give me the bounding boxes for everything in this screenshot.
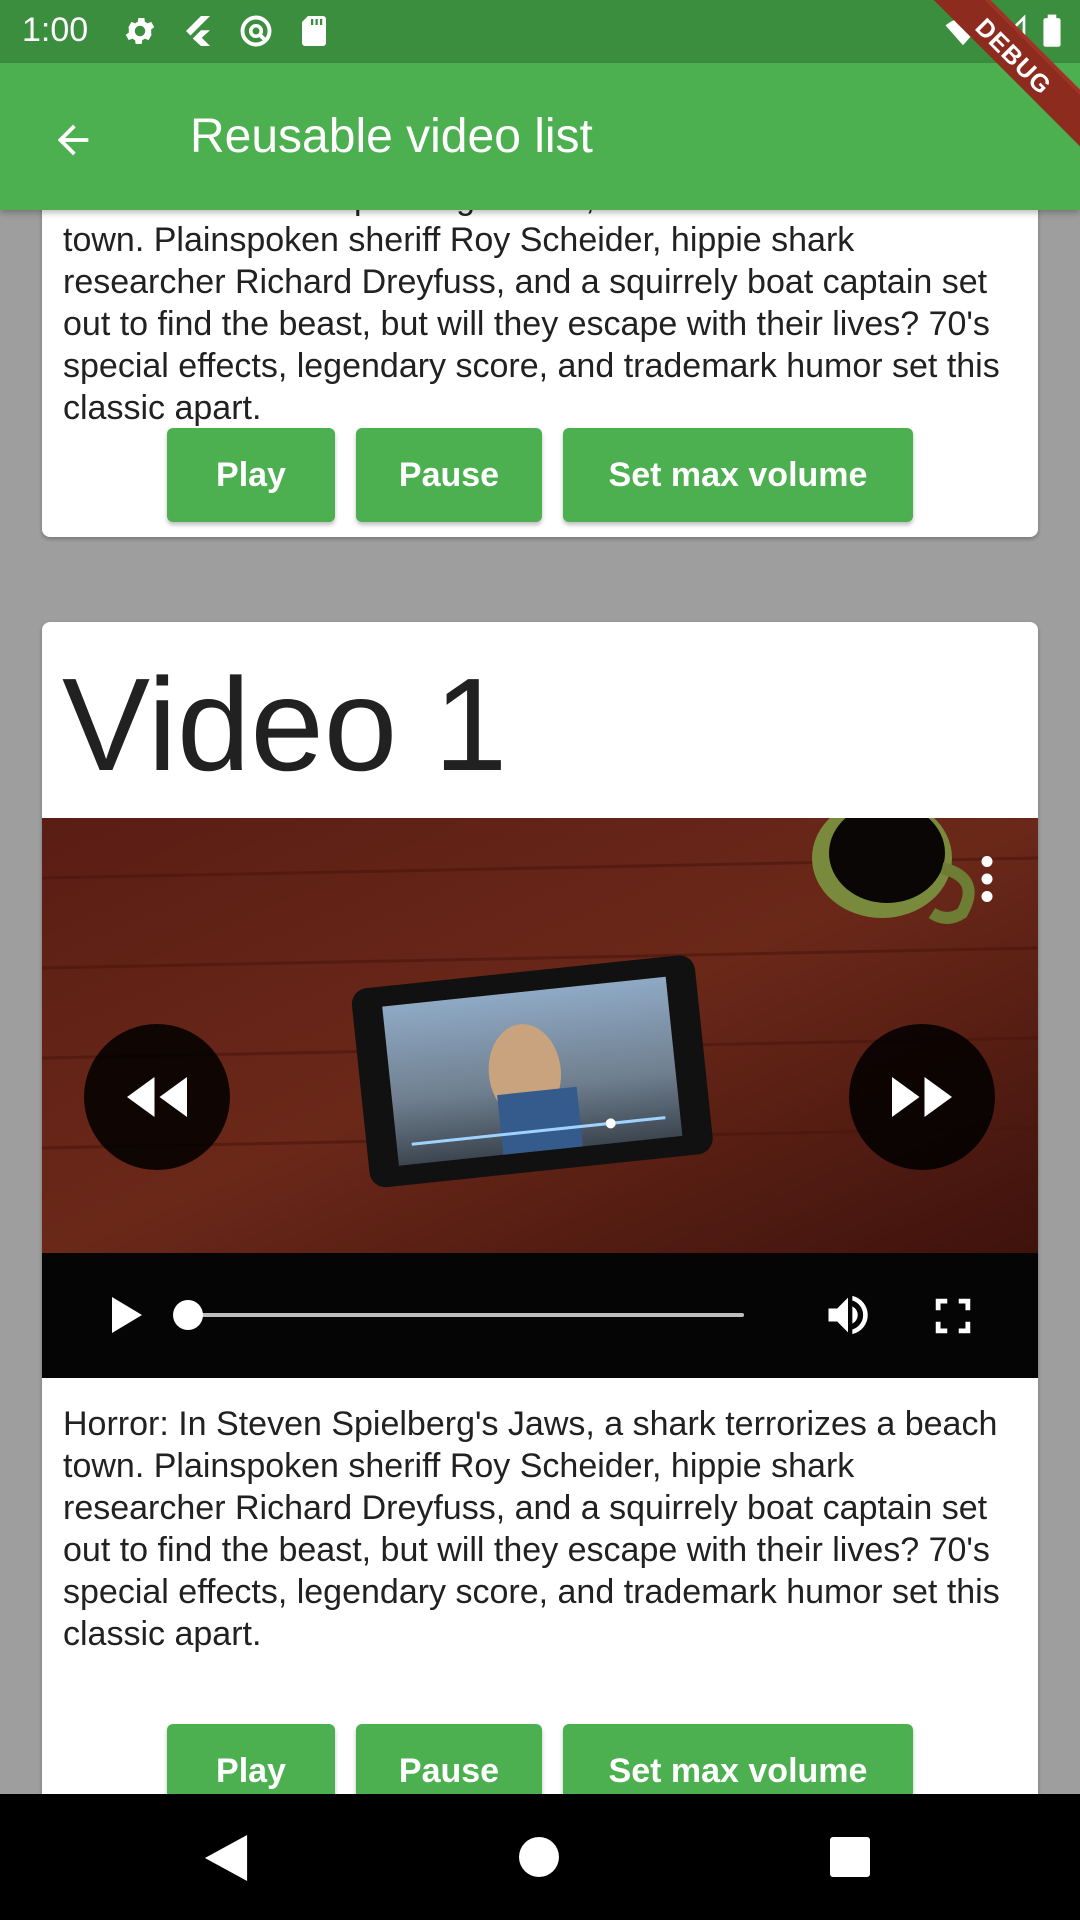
battery-icon (1043, 14, 1061, 47)
video-card: Horror: In Steven Spielberg's Jaws, a sh… (42, 210, 1038, 537)
settings-icon (125, 17, 155, 45)
rewind-icon (127, 1077, 187, 1117)
status-time: 1:00 (22, 11, 89, 49)
fullscreen-icon[interactable] (930, 1293, 976, 1339)
more-options-button[interactable] (972, 854, 1002, 904)
video-description: Horror: In Steven Spielberg's Jaws, a sh… (63, 210, 1000, 427)
fast-forward-button[interactable] (849, 1024, 995, 1170)
status-icons-left (122, 13, 332, 49)
video-card: Video 1 Horror: In Steven Spielberg's Ja… (42, 622, 1038, 1794)
pause-button[interactable]: Pause (356, 428, 542, 522)
back-button[interactable] (38, 105, 108, 175)
video-actions: Play Pause Set max volume (42, 428, 1038, 522)
rewind-button[interactable] (84, 1024, 230, 1170)
pause-button[interactable]: Pause (356, 1724, 542, 1794)
arrow-back-icon (57, 124, 89, 156)
more-vert-icon (981, 856, 993, 902)
flutter-icon (186, 16, 210, 46)
nav-recents-icon[interactable] (830, 1837, 870, 1877)
set-max-volume-button[interactable]: Set max volume (563, 428, 913, 522)
player-controls (42, 1253, 1038, 1378)
seek-thumb[interactable] (173, 1300, 203, 1330)
seek-bar[interactable] (188, 1313, 744, 1317)
play-icon[interactable] (100, 1291, 148, 1339)
video-list[interactable]: Horror: In Steven Spielberg's Jaws, a sh… (0, 210, 1080, 1794)
app-bar: Reusable video list (0, 63, 1080, 210)
system-nav-bar (0, 1794, 1080, 1920)
video-title: Video 1 (62, 651, 508, 798)
play-button[interactable]: Play (167, 428, 335, 522)
fast-forward-icon (892, 1077, 952, 1117)
page-title: Reusable video list (190, 110, 593, 163)
sd-card-icon (302, 16, 326, 46)
status-bar: 1:00 (0, 0, 1080, 63)
sync-icon (240, 15, 272, 47)
nav-home-icon[interactable] (519, 1837, 559, 1877)
volume-icon[interactable] (820, 1289, 876, 1341)
nav-back-icon[interactable] (204, 1835, 248, 1881)
play-button[interactable]: Play (167, 1724, 335, 1794)
video-description: Horror: In Steven Spielberg's Jaws, a sh… (63, 1405, 1000, 1653)
video-player[interactable] (42, 818, 1038, 1378)
video-actions: Play Pause Set max volume (42, 1724, 1038, 1794)
set-max-volume-button[interactable]: Set max volume (563, 1724, 913, 1794)
